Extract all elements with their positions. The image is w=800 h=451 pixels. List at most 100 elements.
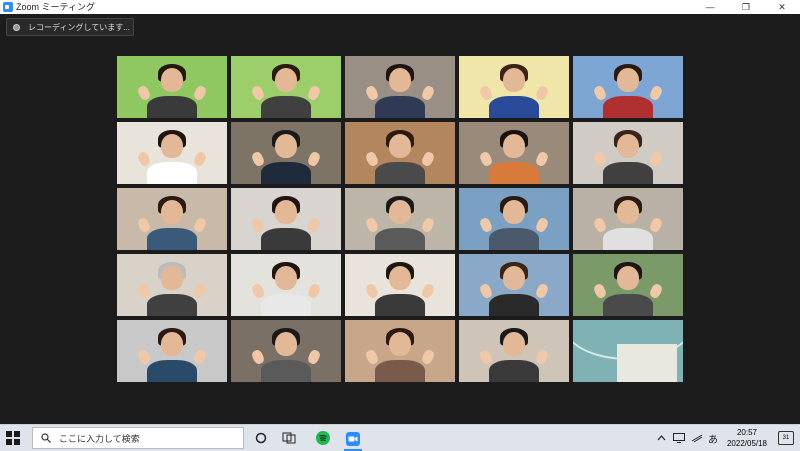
- participant-face: [161, 68, 183, 92]
- task-view-icon[interactable]: [280, 429, 298, 447]
- windows-taskbar: ここに入力して検索 あ 20:57 2022/05/18 31: [0, 424, 800, 451]
- participant-face: [503, 266, 525, 290]
- participant-video-tile[interactable]: [345, 320, 455, 382]
- system-clock[interactable]: 20:57 2022/05/18: [722, 427, 772, 449]
- participant-video-tile[interactable]: [231, 188, 341, 250]
- building-background: [617, 344, 677, 382]
- participant-body: [147, 228, 197, 250]
- participant-face: [161, 332, 183, 356]
- participant-video-tile[interactable]: [345, 188, 455, 250]
- participant-face: [503, 332, 525, 356]
- minimize-button[interactable]: —: [692, 0, 728, 14]
- participant-body: [147, 162, 197, 184]
- participant-body: [261, 294, 311, 316]
- participant-face: [503, 134, 525, 158]
- participant-video-tile[interactable]: [459, 254, 569, 316]
- spotify-icon[interactable]: [314, 429, 332, 447]
- participant-video-tile[interactable]: [459, 188, 569, 250]
- participant-video-tile[interactable]: [573, 320, 683, 382]
- participant-body: [375, 96, 425, 118]
- participant-video-tile[interactable]: [231, 254, 341, 316]
- participant-video-tile[interactable]: [459, 122, 569, 184]
- participant-video-tile[interactable]: [231, 56, 341, 118]
- participant-face: [503, 68, 525, 92]
- participant-video-tile[interactable]: [231, 122, 341, 184]
- windows-start-icon[interactable]: [6, 431, 20, 445]
- participant-body: [375, 360, 425, 382]
- participant-video-tile[interactable]: [117, 122, 227, 184]
- participant-face: [275, 266, 297, 290]
- participant-face: [617, 68, 639, 92]
- participant-video-tile[interactable]: [117, 254, 227, 316]
- participant-body: [147, 96, 197, 118]
- title-bar: Zoom ミーティング — ❐ ✕: [0, 0, 800, 14]
- display-icon[interactable]: [670, 429, 688, 447]
- participant-body: [375, 162, 425, 184]
- close-button[interactable]: ✕: [764, 0, 800, 14]
- window-title: Zoom ミーティング: [16, 2, 95, 12]
- participant-face: [617, 266, 639, 290]
- search-placeholder: ここに入力して検索: [59, 433, 140, 444]
- taskbar-search-box[interactable]: ここに入力して検索: [32, 427, 244, 449]
- zoom-taskbar-icon[interactable]: [344, 429, 362, 451]
- participant-body: [147, 360, 197, 382]
- participant-body: [489, 96, 539, 118]
- participant-body: [489, 360, 539, 382]
- chevron-up-icon[interactable]: [652, 429, 670, 447]
- participant-video-tile[interactable]: [573, 254, 683, 316]
- participant-video-tile[interactable]: [345, 254, 455, 316]
- participant-face: [389, 266, 411, 290]
- participant-body: [489, 162, 539, 184]
- participant-body: [261, 360, 311, 382]
- participant-video-tile[interactable]: [231, 320, 341, 382]
- participant-body: [603, 96, 653, 118]
- participant-body: [603, 228, 653, 250]
- participant-face: [161, 266, 183, 290]
- participant-face: [389, 134, 411, 158]
- cortana-icon[interactable]: [252, 429, 270, 447]
- participant-video-tile[interactable]: [573, 122, 683, 184]
- record-icon: [13, 23, 20, 31]
- recording-label: レコーディングしています...: [28, 22, 130, 32]
- participant-face: [389, 200, 411, 224]
- participant-video-tile[interactable]: [573, 188, 683, 250]
- window-controls: — ❐ ✕: [692, 0, 800, 14]
- participant-video-tile[interactable]: [573, 56, 683, 118]
- participant-body: [375, 228, 425, 250]
- participant-face: [275, 68, 297, 92]
- clock-date: 2022/05/18: [726, 439, 768, 448]
- participant-video-tile[interactable]: [117, 320, 227, 382]
- participant-body: [603, 162, 653, 184]
- participant-body: [261, 162, 311, 184]
- participant-video-tile[interactable]: [459, 320, 569, 382]
- participant-body: [375, 294, 425, 316]
- participant-face: [617, 200, 639, 224]
- notification-center-icon[interactable]: 31: [778, 431, 794, 445]
- participant-face: [161, 200, 183, 224]
- participant-video-tile[interactable]: [345, 122, 455, 184]
- participant-body: [147, 294, 197, 316]
- participant-video-tile[interactable]: [459, 56, 569, 118]
- participant-face: [275, 200, 297, 224]
- participant-video-tile[interactable]: [345, 56, 455, 118]
- participant-video-tile[interactable]: [117, 188, 227, 250]
- participant-video-tile[interactable]: [117, 56, 227, 118]
- recording-indicator[interactable]: レコーディングしています...: [6, 18, 134, 36]
- participant-face: [389, 332, 411, 356]
- search-icon: [41, 433, 51, 443]
- restore-button[interactable]: ❐: [728, 0, 764, 14]
- participant-body: [261, 96, 311, 118]
- participant-body: [489, 228, 539, 250]
- participant-face: [503, 200, 525, 224]
- participant-face: [161, 134, 183, 158]
- zoom-app-icon: [3, 2, 13, 12]
- participant-face: [617, 134, 639, 158]
- participant-body: [489, 294, 539, 316]
- participant-face: [275, 332, 297, 356]
- participant-body: [261, 228, 311, 250]
- clock-time: 20:57: [736, 428, 758, 437]
- meeting-view: レコーディングしています...: [0, 14, 800, 424]
- participant-face: [389, 68, 411, 92]
- ime-indicator[interactable]: あ: [704, 429, 722, 447]
- participant-body: [603, 294, 653, 316]
